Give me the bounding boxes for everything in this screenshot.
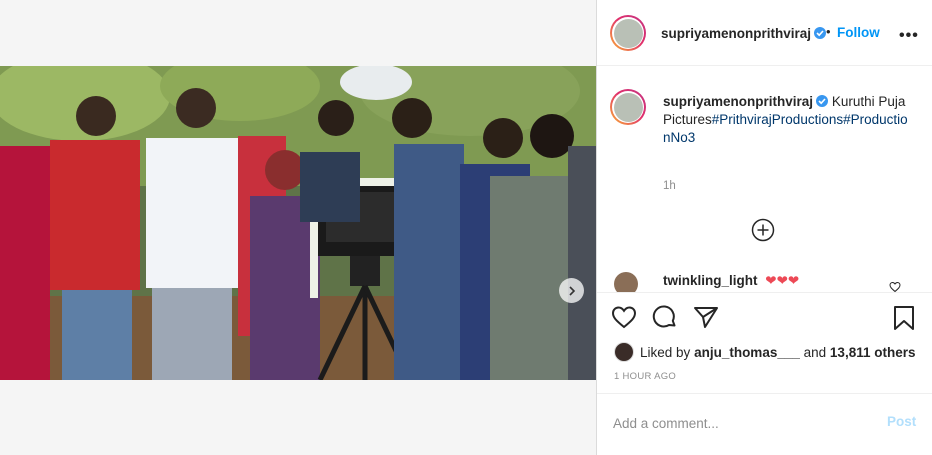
plus-circle-icon[interactable] [751,218,775,242]
more-options-button[interactable]: ••• [899,27,919,45]
verified-badge-icon [816,95,829,107]
carousel-next-button[interactable] [559,278,584,303]
post-header: supriyamenonprithviraj • Follow ••• [597,0,932,66]
comment-icon[interactable] [652,305,678,329]
caption-time: 1h [663,180,676,192]
likes-joiner: and [803,344,827,360]
post-sidebar: supriyamenonprithviraj • Follow ••• supr… [596,0,932,455]
post-comment-button[interactable]: Post [887,414,916,429]
paper-plane-icon[interactable] [693,305,719,329]
post-timestamp[interactable]: 1 HOUR AGO [614,371,676,382]
header-separator: • [826,24,831,39]
post-photo[interactable] [0,66,596,380]
commenter-avatar[interactable] [614,272,638,292]
caption-avatar[interactable] [610,89,646,125]
add-comment-bar: Post [597,393,932,455]
caption-username[interactable]: supriyamenonprithviraj [663,94,813,109]
likes-prefix: Liked by [640,344,691,360]
action-bar [597,292,932,340]
commenter-username[interactable]: twinkling_light [663,273,758,288]
heart-icon[interactable] [611,305,637,329]
liker-username[interactable]: anju_thomas___ [694,345,800,360]
photo-pane [0,0,596,455]
liker-avatar[interactable] [614,342,634,362]
likes-count[interactable]: 13,811 others [830,345,916,360]
comment-item: twinkling_light ❤❤❤ [663,273,799,289]
bookmark-icon[interactable] [892,305,916,331]
caption: supriyamenonprithviraj Kuruthi Puja Pict… [663,93,909,147]
comments-area: supriyamenonprithviraj Kuruthi Puja Pict… [597,66,932,293]
verified-badge-icon [814,27,827,39]
author-avatar[interactable] [610,15,646,51]
comment-text: ❤❤❤ [765,273,800,288]
chevron-right-icon [568,285,575,296]
likes-summary: Liked by anju_thomas___ and 13,811 other… [614,342,915,362]
follow-button[interactable]: Follow [837,25,880,40]
comment-input[interactable] [613,412,863,434]
author-username[interactable]: supriyamenonprithviraj [661,26,811,41]
